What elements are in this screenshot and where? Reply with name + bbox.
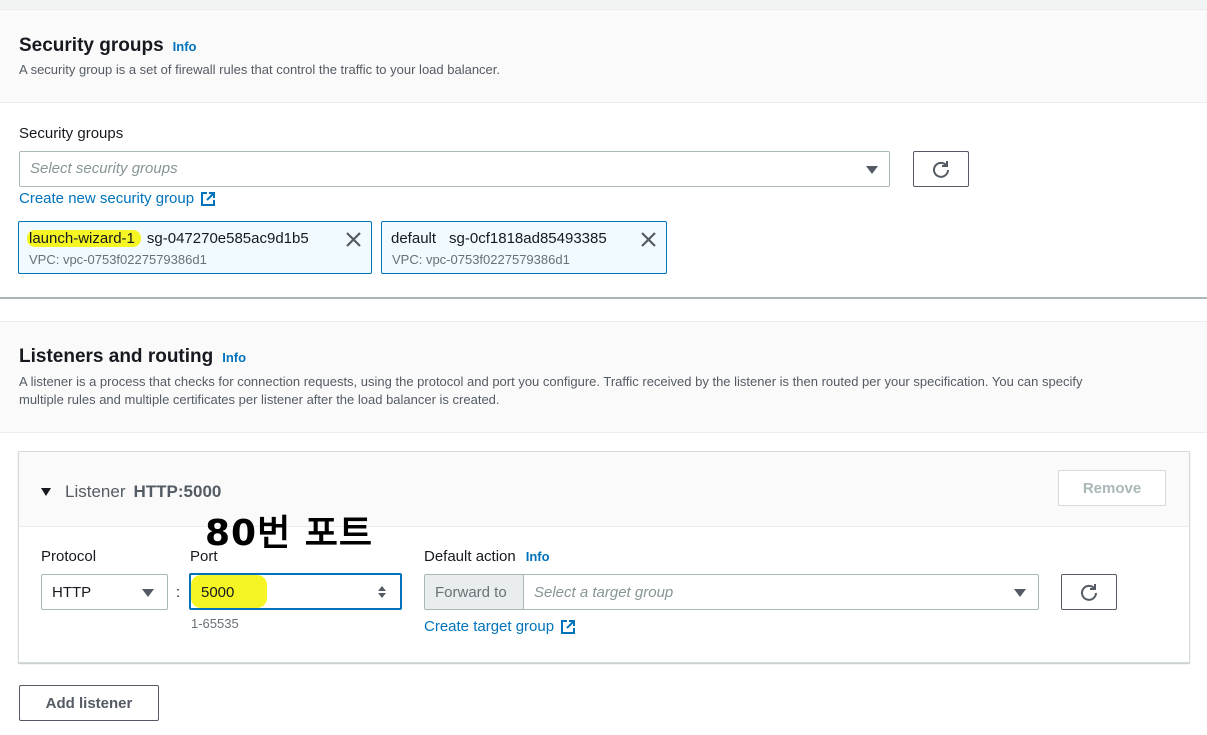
- default-action-info-link[interactable]: Info: [526, 549, 550, 564]
- create-target-group-link[interactable]: Create target group: [424, 618, 576, 635]
- close-icon: [346, 232, 361, 247]
- listener-value: HTTP:5000: [133, 482, 222, 501]
- remove-listener-button[interactable]: Remove: [1058, 470, 1166, 506]
- chevron-down-icon: [866, 166, 878, 174]
- token-vpc: VPC: vpc-0753f0227579386d1: [29, 252, 207, 267]
- token-name: default: [391, 230, 437, 247]
- protocol-label: Protocol: [41, 548, 97, 565]
- create-security-group-link[interactable]: Create new security group: [19, 190, 216, 207]
- stepper-up-icon: [378, 586, 386, 591]
- caret-down-icon: [41, 488, 51, 496]
- port-input[interactable]: 5000: [189, 573, 402, 610]
- token-header: default sg-0cf1818ad85493385: [391, 230, 607, 247]
- annotation-text: 80번 포트: [205, 513, 373, 554]
- listeners-info-link[interactable]: Info: [222, 350, 246, 365]
- default-action-label: Default action: [424, 548, 516, 565]
- port-value: 5000: [201, 584, 235, 601]
- security-group-token: launch-wizard-1 sg-047270e585ac9d1b5 VPC…: [18, 221, 372, 274]
- token-vpc: VPC: vpc-0753f0227579386d1: [392, 252, 570, 267]
- listeners-description-line: multiple rules and multiple certificates…: [19, 392, 500, 407]
- create-security-group-label: Create new security group: [19, 190, 195, 207]
- remove-token-button[interactable]: [640, 231, 657, 253]
- security-groups-title: Security groups: [19, 35, 164, 56]
- listeners-description-line: A listener is a process that checks for …: [19, 374, 1083, 389]
- security-groups-select[interactable]: Select security groups: [19, 151, 890, 187]
- listeners-heading: Listeners and routing Info: [19, 346, 246, 368]
- token-header: launch-wizard-1 sg-047270e585ac9d1b5: [27, 230, 309, 247]
- listener-label: Listener: [65, 482, 126, 501]
- top-strip: [0, 0, 1207, 10]
- forward-to-label: Forward to: [425, 575, 524, 609]
- listeners-description: A listener is a process that checks for …: [19, 373, 1189, 409]
- listeners-title: Listeners and routing: [19, 346, 214, 367]
- port-label: Port: [190, 548, 218, 565]
- refresh-icon: [1081, 584, 1097, 601]
- security-groups-field-label: Security groups: [19, 125, 124, 142]
- stepper-down-icon: [378, 593, 386, 598]
- token-id: sg-047270e585ac9d1b5: [146, 230, 309, 247]
- port-hint: 1-65535: [191, 616, 239, 631]
- target-group-select[interactable]: Forward to Select a target group: [424, 574, 1039, 610]
- add-listener-button[interactable]: Add listener: [19, 685, 159, 721]
- close-icon: [641, 232, 656, 247]
- security-group-token: default sg-0cf1818ad85493385 VPC: vpc-07…: [381, 221, 667, 274]
- protocol-select[interactable]: HTTP: [41, 574, 168, 610]
- chevron-down-icon: [1014, 589, 1026, 597]
- security-groups-description: A security group is a set of firewall ru…: [19, 62, 501, 77]
- chevron-down-icon: [142, 589, 154, 597]
- listener-toggle[interactable]: Listener HTTP:5000: [41, 482, 221, 502]
- security-groups-header: Security groups Info A security group is…: [0, 10, 1207, 103]
- refresh-icon: [933, 161, 949, 178]
- listener-card-header: Listener HTTP:5000 Remove: [19, 452, 1189, 527]
- token-id: sg-0cf1818ad85493385: [449, 230, 607, 247]
- refresh-security-groups-button[interactable]: [913, 151, 969, 187]
- refresh-target-groups-button[interactable]: [1061, 574, 1117, 610]
- default-action-heading: Default action Info: [424, 548, 550, 565]
- external-link-icon: [561, 619, 576, 634]
- target-group-placeholder: Select a target group: [534, 584, 674, 601]
- security-groups-placeholder: Select security groups: [30, 160, 178, 177]
- protocol-value: HTTP: [52, 584, 92, 601]
- protocol-port-separator: :: [176, 584, 181, 601]
- section-divider: [0, 297, 1207, 299]
- token-name: launch-wizard-1: [27, 230, 141, 247]
- listeners-header: Listeners and routing Info A listener is…: [0, 321, 1207, 433]
- remove-token-button[interactable]: [345, 231, 362, 253]
- create-target-group-label: Create target group: [424, 618, 555, 635]
- port-stepper[interactable]: [378, 586, 386, 598]
- external-link-icon: [201, 191, 216, 206]
- security-groups-heading: Security groups Info: [19, 35, 196, 57]
- security-groups-info-link[interactable]: Info: [173, 39, 197, 54]
